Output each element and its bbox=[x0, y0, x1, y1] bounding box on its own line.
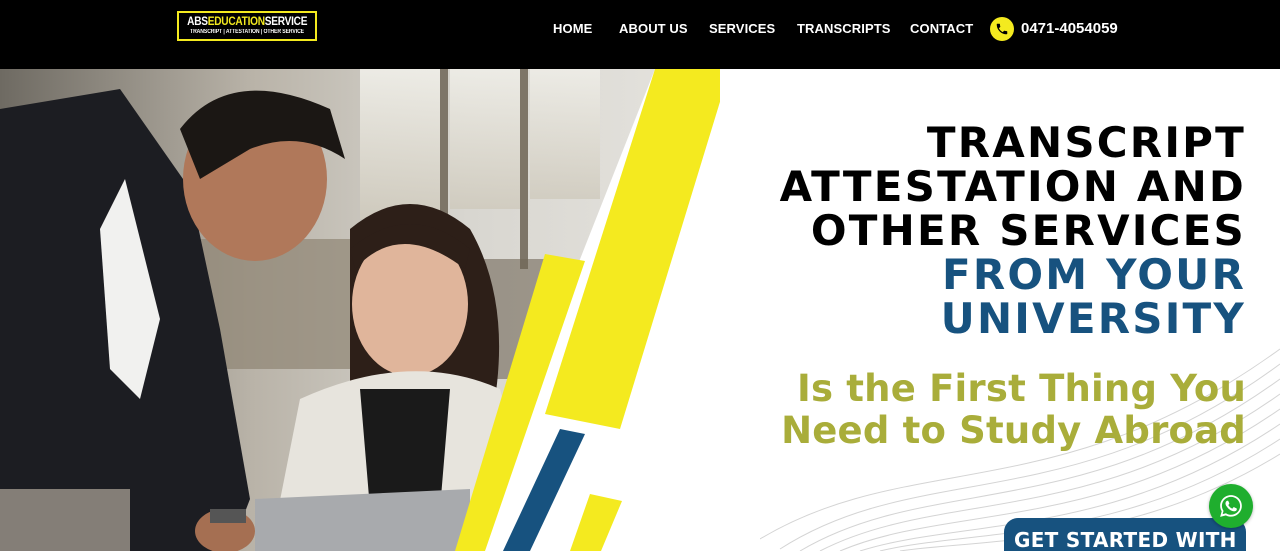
heading-line-3: OTHER SERVICES bbox=[810, 206, 1246, 255]
heading-line-2: ATTESTATION AND bbox=[779, 162, 1246, 211]
phone-icon bbox=[990, 17, 1014, 41]
hero-photo bbox=[0, 69, 720, 551]
whatsapp-icon[interactable] bbox=[1209, 484, 1253, 528]
nav-services[interactable]: SERVICES bbox=[709, 21, 775, 36]
hero-heading: TRANSCRIPT ATTESTATION AND OTHER SERVICE… bbox=[780, 121, 1246, 341]
phone-number[interactable]: 0471-4054059 bbox=[1021, 20, 1118, 37]
nav-home[interactable]: HOME bbox=[553, 21, 592, 36]
hero-subheading: Is the First Thing You Need to Study Abr… bbox=[781, 368, 1246, 452]
logo-wordmark: ABSEDUCATIONSERVICE bbox=[186, 16, 308, 28]
heading-line-1: TRANSCRIPT bbox=[926, 118, 1246, 167]
get-started-button[interactable]: GET STARTED WITH bbox=[1004, 518, 1246, 551]
nav-contact[interactable]: CONTACT bbox=[910, 21, 973, 36]
subheading-line-2: Need to Study Abroad bbox=[781, 409, 1246, 452]
heading-highlight-line-2: UNIVERSITY bbox=[940, 294, 1246, 343]
hero-section: TRANSCRIPT ATTESTATION AND OTHER SERVICE… bbox=[0, 69, 1280, 551]
heading-highlight-line-1: FROM YOUR bbox=[941, 250, 1246, 299]
nav-about-us[interactable]: ABOUT US bbox=[619, 21, 688, 36]
site-header: ABSEDUCATIONSERVICE TRANSCRIPT | ATTESTA… bbox=[0, 0, 1280, 69]
site-logo[interactable]: ABSEDUCATIONSERVICE TRANSCRIPT | ATTESTA… bbox=[177, 11, 317, 41]
logo-tagline: TRANSCRIPT | ATTESTATION | OTHER SERVICE bbox=[190, 29, 304, 35]
nav-transcripts[interactable]: TRANSCRIPTS bbox=[797, 21, 891, 36]
subheading-line-1: Is the First Thing You bbox=[797, 367, 1246, 410]
